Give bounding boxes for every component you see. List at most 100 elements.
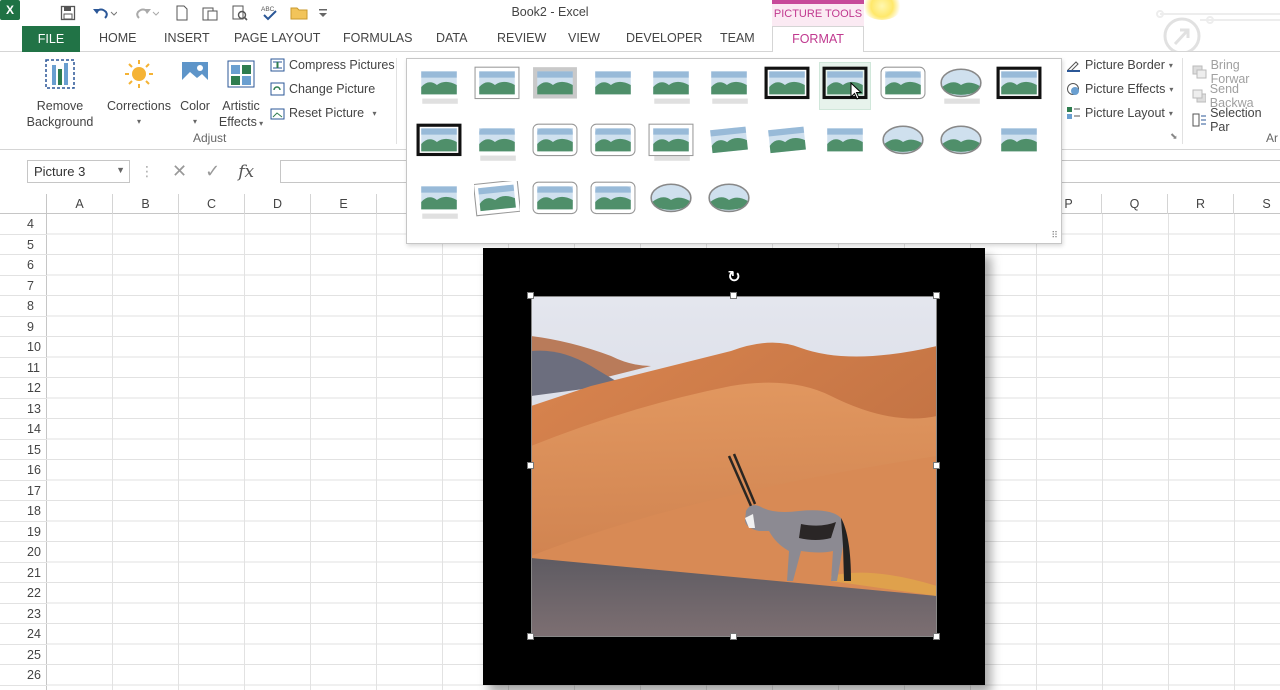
- tab-review[interactable]: REVIEW: [497, 31, 546, 45]
- row-header[interactable]: 7: [0, 276, 47, 296]
- picture-style-thumb[interactable]: [645, 177, 697, 225]
- enter-icon[interactable]: ✓: [205, 161, 220, 182]
- picture-style-thumb[interactable]: [993, 119, 1045, 167]
- row-header[interactable]: 10: [0, 337, 47, 358]
- picture-style-thumb[interactable]: [587, 119, 639, 167]
- resize-handle-bottom[interactable]: [730, 633, 737, 640]
- tab-file[interactable]: FILE: [22, 26, 80, 52]
- picture-style-thumb[interactable]: [529, 177, 581, 225]
- picture-style-thumb[interactable]: [935, 119, 987, 167]
- row-header[interactable]: 23: [0, 604, 47, 624]
- artistic-effects-button[interactable]: Artistic Effects ▾: [216, 58, 266, 132]
- row-header[interactable]: 24: [0, 624, 47, 645]
- cancel-icon[interactable]: ✕: [172, 161, 187, 182]
- tab-home[interactable]: HOME: [99, 31, 137, 45]
- picture-style-thumb[interactable]: [471, 177, 523, 225]
- column-header-a[interactable]: A: [47, 194, 113, 214]
- color-button[interactable]: Color ▾: [176, 58, 214, 130]
- tab-insert[interactable]: INSERT: [164, 31, 210, 45]
- picture-border-button[interactable]: Picture Border ▾: [1066, 58, 1173, 72]
- picture-style-thumb[interactable]: [761, 119, 813, 167]
- compress-pictures-button[interactable]: Compress Pictures: [270, 58, 395, 72]
- tab-formulas[interactable]: FORMULAS: [343, 31, 412, 45]
- row-header[interactable]: 5: [0, 235, 47, 255]
- row-header[interactable]: 21: [0, 563, 47, 583]
- picture-style-thumb[interactable]: [529, 119, 581, 167]
- tab-page-layout[interactable]: PAGE LAYOUT: [234, 31, 320, 45]
- row-header[interactable]: 4: [0, 214, 47, 235]
- selection-pane-button[interactable]: Selection Par: [1192, 106, 1280, 134]
- row-header[interactable]: 16: [0, 460, 47, 481]
- picture-style-thumb[interactable]: [529, 62, 581, 110]
- resize-handle-left[interactable]: [527, 462, 534, 469]
- row-header[interactable]: 17: [0, 481, 47, 501]
- picture-style-thumb[interactable]: [703, 119, 755, 167]
- name-box[interactable]: Picture 3 ▼: [27, 160, 130, 183]
- row-header[interactable]: 8: [0, 296, 47, 317]
- tab-view[interactable]: VIEW: [568, 31, 600, 45]
- select-all-corner[interactable]: [0, 194, 47, 214]
- picture-style-thumb[interactable]: [703, 177, 755, 225]
- picture-style-thumb[interactable]: [471, 62, 523, 110]
- resize-handle-bottom-left[interactable]: [527, 633, 534, 640]
- resize-handle-top[interactable]: [730, 292, 737, 299]
- chevron-down-icon[interactable]: ▼: [116, 165, 125, 175]
- picture-style-thumb[interactable]: [587, 177, 639, 225]
- picture-style-thumb[interactable]: [935, 62, 987, 110]
- picture-style-thumb[interactable]: [877, 119, 929, 167]
- picture-style-thumb[interactable]: [819, 62, 871, 110]
- row-header[interactable]: 15: [0, 440, 47, 460]
- picture-style-thumb[interactable]: [413, 119, 465, 167]
- change-picture-button[interactable]: Change Picture: [270, 82, 375, 96]
- column-header-b[interactable]: B: [113, 194, 179, 214]
- picture-style-thumb[interactable]: [761, 62, 813, 110]
- row-header[interactable]: 12: [0, 378, 47, 399]
- picture-style-thumb[interactable]: [993, 62, 1045, 110]
- picture-layout-button[interactable]: Picture Layout ▾: [1066, 106, 1173, 120]
- row-header[interactable]: 22: [0, 583, 47, 604]
- resize-handle-top-left[interactable]: [527, 292, 534, 299]
- tab-developer[interactable]: DEVELOPER: [626, 31, 702, 45]
- row-header[interactable]: 18: [0, 501, 47, 522]
- resize-handle-right[interactable]: [933, 462, 940, 469]
- picture-style-thumb[interactable]: [413, 177, 465, 225]
- row-header[interactable]: 6: [0, 255, 47, 276]
- row-header[interactable]: 9: [0, 317, 47, 337]
- picture-style-thumb[interactable]: [645, 119, 697, 167]
- tab-format[interactable]: FORMAT: [772, 26, 864, 53]
- picture-style-thumb[interactable]: [645, 62, 697, 110]
- remove-background-button[interactable]: Remove Background: [24, 58, 96, 130]
- corrections-button[interactable]: Corrections ▾: [104, 58, 174, 130]
- picture-effects-icon: [1067, 83, 1079, 95]
- row-header[interactable]: 26: [0, 665, 47, 686]
- column-header-r[interactable]: R: [1168, 194, 1234, 214]
- picture-style-thumb[interactable]: [413, 62, 465, 110]
- row-header[interactable]: 14: [0, 419, 47, 440]
- resize-handle-top-right[interactable]: [933, 292, 940, 299]
- dialog-launcher-icon[interactable]: ⬊: [1170, 131, 1178, 142]
- column-header-e[interactable]: E: [311, 194, 377, 214]
- reset-picture-button[interactable]: Reset Picture ▾: [270, 106, 377, 120]
- tab-data[interactable]: DATA: [436, 31, 467, 45]
- picture-style-thumb[interactable]: [703, 62, 755, 110]
- column-header-c[interactable]: C: [179, 194, 245, 214]
- row-header[interactable]: 19: [0, 522, 47, 542]
- row-header[interactable]: 25: [0, 645, 47, 665]
- row-header[interactable]: 13: [0, 399, 47, 419]
- column-header-d[interactable]: D: [245, 194, 311, 214]
- picture-style-thumb[interactable]: [877, 62, 929, 110]
- picture-style-thumb[interactable]: [471, 119, 523, 167]
- column-header-s[interactable]: S: [1234, 194, 1280, 214]
- row-header[interactable]: 11: [0, 358, 47, 378]
- picture-effects-button[interactable]: Picture Effects ▾: [1066, 82, 1173, 96]
- tab-team[interactable]: TEAM: [720, 31, 755, 45]
- column-header-q[interactable]: Q: [1102, 194, 1168, 214]
- row-header[interactable]: 20: [0, 542, 47, 563]
- resize-grip-icon[interactable]: ⠿: [1051, 230, 1058, 241]
- picture-style-thumb[interactable]: [587, 62, 639, 110]
- picture-style-thumb[interactable]: [819, 119, 871, 167]
- more-options-icon[interactable]: ⋮: [140, 163, 154, 180]
- insert-function-icon[interactable]: fx: [238, 162, 254, 182]
- rotate-handle-icon[interactable]: ↻: [726, 270, 742, 286]
- resize-handle-bottom-right[interactable]: [933, 633, 940, 640]
